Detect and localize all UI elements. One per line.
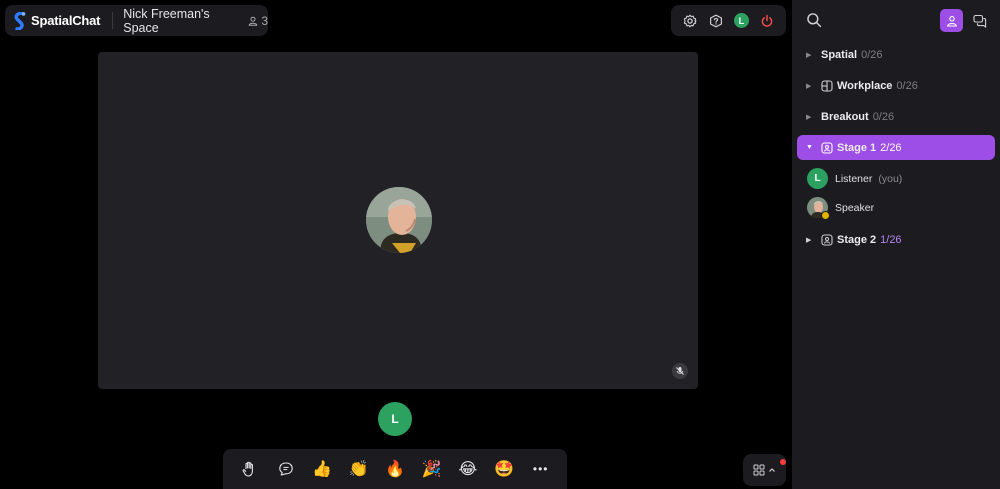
chat-bubble-icon [278,462,293,476]
room-name: Breakout [821,110,869,123]
laugh-icon: 😂 [458,461,478,478]
raise-hand-icon [242,461,254,477]
fire-button[interactable]: 🔥 [381,455,409,483]
fire-icon: 🔥 [385,461,405,478]
grid-icon [753,464,765,476]
member-suffix: (you) [878,172,903,185]
self-avatar[interactable]: L [378,402,412,436]
more-icon: ••• [532,462,549,476]
laugh-button[interactable]: 😂 [454,455,482,483]
chat-button[interactable] [272,455,300,483]
brand-name: SpatialChat [31,13,101,28]
participant-count-value: 3 [261,13,268,28]
room-name: Workplace [837,79,893,92]
app-window: SpatialChat Nick Freeman's Space 3 L L 👍… [0,0,1000,489]
chat-bubbles-icon [973,14,987,28]
top-controls: L [671,5,786,36]
settings-icon [683,14,697,27]
notification-dot [780,459,786,465]
layout-toggle-button[interactable] [743,454,786,486]
tab-chat[interactable] [971,12,989,30]
workplace-icon [821,79,833,92]
help-icon [709,14,722,27]
spatialchat-logo-icon [14,11,26,30]
host-badge-icon [821,211,830,220]
room-count: 0/26 [872,110,895,123]
speaker-avatar[interactable] [366,187,432,253]
settings-button[interactable] [681,12,699,30]
clap-button[interactable]: 👏 [345,455,373,483]
profile-button[interactable]: L [732,12,750,30]
member-name: Speaker [835,201,875,214]
member-avatar: L [807,168,828,189]
room-stage-2[interactable]: ▶ Stage 2 1/26 [797,227,995,252]
caret-right-icon: ▶ [806,82,812,90]
person-icon [248,16,258,26]
stage-icon [821,141,833,154]
sidebar-header [792,0,1000,40]
stage-icon [821,233,833,246]
room-count: 1/26 [880,233,902,246]
mic-off-icon [676,367,684,375]
speaker-photo-image [366,187,432,253]
room-name: Stage 1 [837,141,877,154]
space-header: SpatialChat Nick Freeman's Space 3 [5,5,268,36]
thumbs-up-icon: 👍 [312,461,333,478]
room-workplace[interactable]: ▶ Workplace 0/26 [797,73,995,98]
caret-right-icon: ▶ [806,236,812,244]
room-name: Spatial [821,48,858,61]
power-icon [761,14,773,27]
caret-right-icon: ▶ [806,51,812,59]
help-button[interactable] [707,12,725,30]
raise-hand-button[interactable] [235,455,263,483]
room-count: 0/26 [896,79,918,92]
divider [112,12,114,29]
room-stage-1[interactable]: ▼ Stage 1 2/26 [797,135,995,160]
brand-logo[interactable]: SpatialChat [14,11,101,30]
member-listener[interactable]: L Listener (you) [807,168,902,189]
room-breakout[interactable]: ▶ Breakout 0/26 [797,104,995,129]
speaker-mic-status [672,363,688,379]
party-button[interactable]: 🎉 [417,455,445,483]
star-eyes-icon: 🤩 [494,461,515,478]
rooms-sidebar: ▶ Spatial 0/26 ▶ Workplace 0/26 ▶ Breako… [792,0,1000,489]
user-avatar: L [733,13,749,28]
room-spatial[interactable]: ▶ Spatial 0/26 [797,42,995,67]
tab-people[interactable] [940,9,963,32]
caret-down-icon: ▼ [806,144,813,151]
person-icon [946,15,957,27]
room-count: 0/26 [861,48,883,61]
search-icon[interactable] [806,12,822,28]
space-title: Nick Freeman's Space [123,6,210,35]
leave-button[interactable] [758,12,776,30]
room-name: Stage 2 [837,233,877,246]
reactions-bar: 👍 👏 🔥 🎉 😂 🤩 ••• [223,449,567,489]
star-eyes-button[interactable]: 🤩 [490,455,518,483]
participant-count[interactable]: 3 [248,14,268,28]
member-speaker[interactable]: Speaker [807,197,875,220]
member-avatar [807,197,830,220]
thumbs-up-button[interactable]: 👍 [308,455,336,483]
stage-video-area [98,52,698,389]
more-button[interactable]: ••• [527,455,555,483]
room-count: 2/26 [880,141,902,154]
member-name: Listener [835,172,873,185]
chevron-up-icon [769,468,775,472]
caret-right-icon: ▶ [806,113,812,121]
clap-icon: 👏 [348,461,369,478]
party-icon: 🎉 [421,461,442,478]
